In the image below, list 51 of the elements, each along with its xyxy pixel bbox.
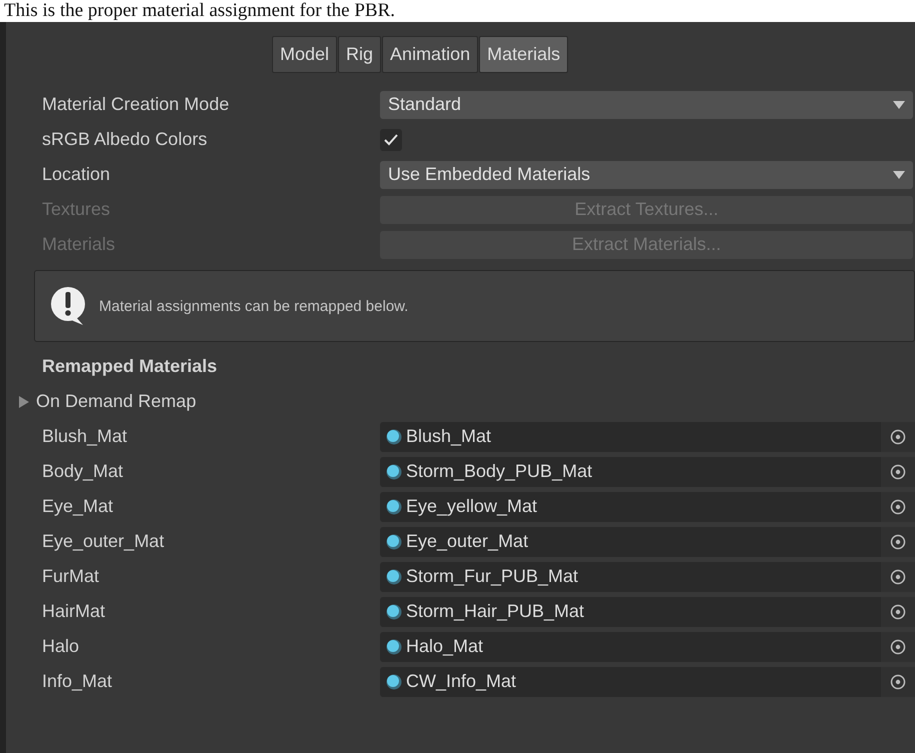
caret-icon xyxy=(893,100,905,108)
sphere-icon xyxy=(386,568,402,584)
material-slot-label: Blush_Mat xyxy=(42,426,128,447)
sphere-icon xyxy=(386,604,402,620)
object-picker-icon[interactable] xyxy=(890,604,906,620)
dropdown[interactable]: Standard xyxy=(380,90,913,118)
object-field[interactable]: Halo_Mat xyxy=(380,632,915,662)
material-slot-label: HairMat xyxy=(42,601,106,622)
tab[interactable]: Animation xyxy=(382,36,478,73)
object-picker-icon[interactable] xyxy=(890,534,906,550)
object-picker-icon[interactable] xyxy=(890,568,906,584)
checkbox[interactable] xyxy=(380,128,402,150)
exclamation-icon xyxy=(49,286,87,326)
object-field[interactable]: Storm_Body_PUB_Mat xyxy=(380,456,915,486)
checkmark-icon xyxy=(384,134,398,146)
object-picker-icon[interactable] xyxy=(890,638,906,654)
object-field[interactable]: Eye_yellow_Mat xyxy=(380,492,915,522)
help-message: Material assignments can be remapped below. xyxy=(99,298,408,314)
sphere-icon xyxy=(386,638,402,654)
field-label: Material Creation Mode xyxy=(42,94,230,115)
object-field[interactable]: Blush_Mat xyxy=(380,422,915,452)
tab[interactable]: Materials xyxy=(479,36,568,73)
caret-icon xyxy=(893,170,905,178)
object-picker-icon[interactable] xyxy=(890,674,906,690)
object-field[interactable]: Storm_Fur_PUB_Mat xyxy=(380,562,915,592)
material-slot-label: FurMat xyxy=(42,566,100,587)
object-field[interactable]: Storm_Hair_PUB_Mat xyxy=(380,596,915,626)
sphere-icon xyxy=(386,428,402,444)
material-slot-label: Eye_outer_Mat xyxy=(42,531,166,552)
expand-arrow-icon[interactable] xyxy=(18,396,30,408)
tab[interactable]: Rig xyxy=(338,36,382,73)
field-label: sRGB Albedo Colors xyxy=(42,129,208,150)
section-title: Remapped Materials xyxy=(42,356,218,376)
material-slot-label: Body_Mat xyxy=(42,461,124,482)
sphere-icon xyxy=(386,498,402,514)
object-picker-icon[interactable] xyxy=(890,498,906,514)
caption-text: This is the proper material assignment for the PBR. xyxy=(4,0,396,21)
foldout-label[interactable]: On Demand Remap xyxy=(36,391,196,412)
object-picker-icon[interactable] xyxy=(890,464,906,480)
sphere-icon xyxy=(386,674,402,690)
material-slot-label: Halo xyxy=(42,636,80,657)
object-picker-icon[interactable] xyxy=(890,428,906,444)
object-field[interactable]: CW_Info_Mat xyxy=(380,666,915,696)
sphere-icon xyxy=(386,464,402,480)
material-slot-label: Info_Mat xyxy=(42,671,114,692)
field-label: Location xyxy=(42,164,112,185)
dropdown[interactable]: Use Embedded Materials xyxy=(380,160,913,188)
sphere-icon xyxy=(386,534,402,550)
material-slot-label: Eye_Mat xyxy=(42,496,114,517)
object-field[interactable]: Eye_outer_Mat xyxy=(380,526,915,556)
tab[interactable]: Model xyxy=(272,36,338,73)
